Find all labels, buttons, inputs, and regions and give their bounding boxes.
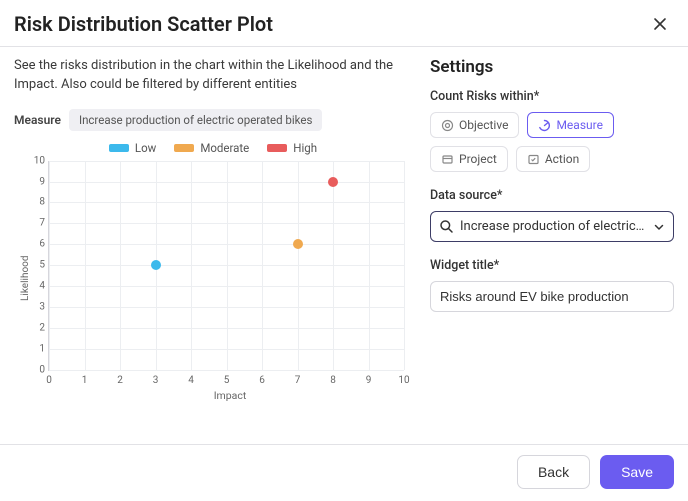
dimension-label: Measure (14, 113, 61, 127)
y-tick: 0 (31, 364, 45, 375)
chip-project-label: Project (459, 152, 497, 166)
project-icon (441, 153, 454, 166)
description-text: See the risks distribution in the chart … (14, 57, 412, 95)
grid-line (262, 161, 263, 370)
y-tick: 4 (31, 281, 45, 292)
plot-area: 012345678910012345678910 (48, 161, 404, 371)
y-tick: 5 (31, 260, 45, 271)
x-tick: 3 (153, 375, 159, 386)
chip-project[interactable]: Project (430, 146, 508, 172)
settings-heading: Settings (430, 57, 674, 77)
legend-high-label: High (293, 141, 317, 155)
y-tick: 8 (31, 197, 45, 208)
x-tick: 7 (295, 375, 301, 386)
chevron-down-icon (653, 221, 665, 233)
measure-icon (538, 119, 551, 132)
preview-dimension: Measure Increase production of electric … (14, 109, 412, 131)
grid-line (85, 161, 86, 370)
legend-low-label: Low (135, 141, 156, 155)
grid-line (120, 161, 121, 370)
widget-title-input[interactable] (430, 281, 674, 312)
dialog-title: Risk Distribution Scatter Plot (14, 12, 273, 36)
swatch-moderate (174, 144, 194, 152)
action-icon (527, 153, 540, 166)
y-tick: 6 (31, 239, 45, 250)
x-tick: 10 (398, 375, 409, 386)
x-tick: 1 (82, 375, 88, 386)
save-button[interactable]: Save (600, 455, 674, 489)
widget-title-label: Widget title* (430, 258, 674, 273)
chip-measure[interactable]: Measure (527, 112, 614, 138)
y-tick: 9 (31, 176, 45, 187)
chip-objective[interactable]: Objective (430, 112, 519, 138)
x-tick: 9 (366, 375, 372, 386)
grid-line (227, 161, 228, 370)
count-within-chips: Objective Measure Project Action (430, 112, 674, 172)
dimension-pill: Increase production of electric operated… (69, 109, 323, 131)
x-axis-label: Impact (48, 389, 412, 402)
y-tick: 7 (31, 218, 45, 229)
x-tick: 4 (188, 375, 194, 386)
x-tick: 2 (117, 375, 123, 386)
back-button[interactable]: Back (517, 455, 590, 489)
settings-panel: Settings Count Risks within* Objective M… (422, 47, 688, 444)
chip-action-label: Action (545, 152, 579, 166)
data-point (293, 239, 303, 249)
chip-objective-label: Objective (459, 118, 508, 132)
grid-line (369, 161, 370, 370)
legend-moderate: Moderate (174, 141, 249, 155)
legend-low: Low (109, 141, 156, 155)
data-source-select[interactable]: Increase production of electric opera... (430, 211, 674, 242)
y-tick: 2 (31, 322, 45, 333)
x-tick: 0 (46, 375, 52, 386)
legend-high: High (267, 141, 317, 155)
objective-icon (441, 119, 454, 132)
close-button[interactable] (646, 10, 674, 38)
y-axis-label: Likelihood (20, 255, 31, 301)
y-tick: 3 (31, 301, 45, 312)
grid-line (191, 161, 192, 370)
data-source-label: Data source* (430, 188, 674, 203)
x-tick: 6 (259, 375, 265, 386)
chip-measure-label: Measure (556, 118, 603, 132)
chart: Low Moderate High Likelihood 01234567891… (14, 141, 412, 411)
y-tick: 10 (31, 155, 45, 166)
grid-line (49, 161, 50, 370)
grid-line (298, 161, 299, 370)
chip-action[interactable]: Action (516, 146, 590, 172)
y-tick: 1 (31, 343, 45, 354)
grid-line (333, 161, 334, 370)
chart-legend: Low Moderate High (14, 141, 412, 155)
search-icon (439, 219, 454, 234)
grid-line (49, 370, 404, 371)
data-point (151, 260, 161, 270)
data-point (328, 177, 338, 187)
data-source-value: Increase production of electric opera... (460, 219, 647, 234)
swatch-high (267, 144, 287, 152)
count-within-label: Count Risks within* (430, 89, 674, 104)
close-icon (652, 16, 668, 32)
legend-moderate-label: Moderate (200, 141, 249, 155)
grid-line (404, 161, 405, 370)
x-tick: 5 (224, 375, 230, 386)
x-tick: 8 (330, 375, 336, 386)
swatch-low (109, 144, 129, 152)
